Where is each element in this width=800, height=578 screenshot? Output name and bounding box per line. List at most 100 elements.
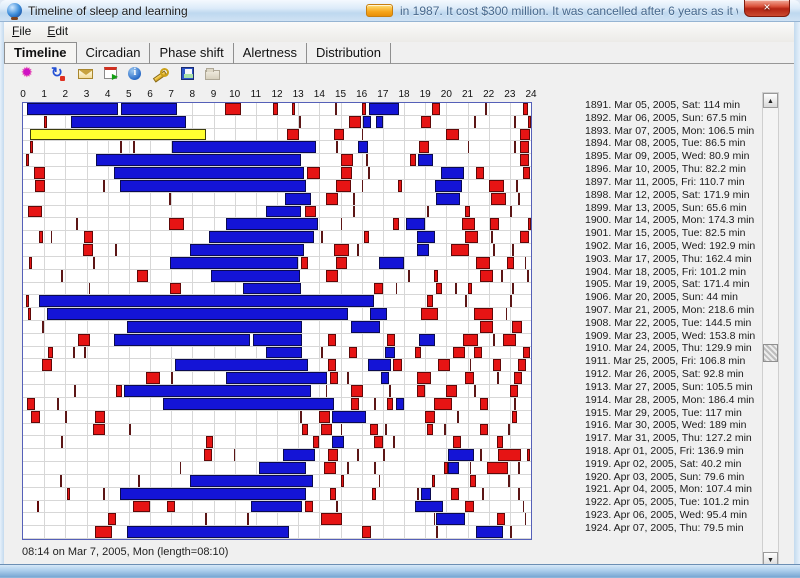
day-list-item[interactable]: 1923. Apr 06, 2005, Wed: 95.4 min [585, 509, 777, 522]
day-list-item[interactable]: 1915. Mar 29, 2005, Tue: 117 min [585, 407, 777, 420]
learning-block[interactable] [518, 359, 526, 371]
learning-block[interactable] [336, 257, 346, 269]
learning-block[interactable] [341, 167, 352, 179]
learning-block[interactable] [480, 270, 492, 282]
learning-block[interactable] [421, 116, 431, 128]
sleep-block[interactable] [172, 141, 316, 153]
sleep-block[interactable] [127, 321, 302, 333]
sleep-block[interactable] [351, 321, 380, 333]
learning-block[interactable] [330, 488, 336, 500]
learning-block[interactable] [398, 180, 402, 192]
learning-block[interactable] [28, 308, 31, 320]
learning-block[interactable] [451, 244, 470, 256]
day-list-item[interactable]: 1900. Mar 14, 2005, Mon: 174.3 min [585, 214, 777, 227]
learning-block[interactable] [167, 501, 175, 513]
learning-block[interactable] [37, 501, 39, 513]
sleep-block[interactable] [47, 308, 347, 320]
learning-block[interactable] [133, 501, 150, 513]
learning-block[interactable] [393, 359, 401, 371]
sleep-block[interactable] [251, 501, 303, 513]
learning-block[interactable] [34, 167, 45, 179]
learning-block[interactable] [432, 103, 440, 115]
selected-sleep-block[interactable] [30, 129, 205, 141]
learning-block[interactable] [520, 129, 529, 141]
scroll-up-button[interactable]: ▲ [763, 93, 778, 108]
learning-block[interactable] [31, 411, 39, 423]
learning-block[interactable] [463, 334, 478, 346]
learning-block[interactable] [493, 359, 501, 371]
scroll-thumb[interactable] [763, 344, 778, 362]
learning-block[interactable] [336, 180, 351, 192]
sleep-block[interactable] [96, 154, 301, 166]
learning-block[interactable] [434, 270, 438, 282]
learning-block[interactable] [462, 218, 474, 230]
day-list-item[interactable]: 1895. Mar 09, 2005, Wed: 80.9 min [585, 150, 777, 163]
learning-block[interactable] [84, 231, 92, 243]
timeline-plot[interactable] [22, 102, 532, 540]
title-bar[interactable]: Timeline of sleep and learning in 1987. … [0, 0, 800, 22]
learning-block[interactable] [93, 424, 105, 436]
learning-block[interactable] [453, 436, 461, 448]
learning-block[interactable] [387, 398, 393, 410]
learning-block[interactable] [436, 283, 442, 295]
learning-block[interactable] [301, 257, 308, 269]
learning-block[interactable] [39, 231, 43, 243]
learning-block[interactable] [470, 475, 476, 487]
sleep-block[interactable] [127, 526, 290, 538]
learning-block[interactable] [415, 347, 421, 359]
learning-block[interactable] [427, 424, 433, 436]
learning-block[interactable] [520, 154, 528, 166]
sleep-block[interactable] [27, 103, 118, 115]
learning-block[interactable] [490, 218, 499, 230]
sleep-block[interactable] [448, 462, 458, 474]
learning-block[interactable] [334, 129, 344, 141]
sleep-block[interactable] [259, 462, 306, 474]
day-list-item[interactable]: 1921. Apr 04, 2005, Mon: 107.4 min [585, 483, 777, 496]
sleep-block[interactable] [114, 334, 250, 346]
sleep-block[interactable] [406, 218, 425, 230]
learning-block[interactable] [417, 385, 425, 397]
learning-block[interactable] [328, 359, 336, 371]
learning-block[interactable] [27, 398, 35, 410]
refresh-icon[interactable] [49, 66, 67, 82]
learning-block[interactable] [497, 436, 503, 448]
learning-block[interactable] [372, 488, 376, 500]
learning-block[interactable] [523, 347, 530, 359]
sleep-block[interactable] [175, 359, 308, 371]
learning-block[interactable] [510, 385, 518, 397]
sleep-block[interactable] [476, 526, 503, 538]
sleep-block[interactable] [376, 116, 382, 128]
pen-icon[interactable] [152, 66, 170, 82]
day-list-item[interactable]: 1901. Mar 15, 2005, Tue: 82.5 min [585, 227, 777, 240]
day-list-item[interactable]: 1906. Mar 20, 2005, Sun: 44 min [585, 291, 777, 304]
day-list-item[interactable]: 1911. Mar 25, 2005, Fri: 106.8 min [585, 355, 777, 368]
sleep-block[interactable] [190, 475, 312, 487]
learning-block[interactable] [292, 103, 295, 115]
learning-block[interactable] [95, 411, 105, 423]
sleep-block[interactable] [266, 347, 302, 359]
sleep-block[interactable] [163, 398, 334, 410]
menu-item-edit[interactable]: Edit [39, 22, 76, 38]
day-list-item[interactable]: 1902. Mar 16, 2005, Wed: 192.9 min [585, 240, 777, 253]
sleep-block[interactable] [170, 257, 298, 269]
learning-block[interactable] [523, 167, 530, 179]
learning-block[interactable] [520, 231, 528, 243]
day-list-item[interactable]: 1919. Apr 02, 2005, Sat: 40.2 min [585, 458, 777, 471]
learning-block[interactable] [434, 398, 453, 410]
sleep-block[interactable] [71, 116, 186, 128]
day-list-item[interactable]: 1909. Mar 23, 2005, Wed: 153.8 min [585, 330, 777, 343]
day-list-item[interactable]: 1916. Mar 30, 2005, Wed: 189 min [585, 419, 777, 432]
learning-block[interactable] [468, 283, 473, 295]
learning-block[interactable] [44, 116, 47, 128]
learning-block[interactable] [330, 372, 338, 384]
sleep-block[interactable] [435, 180, 462, 192]
info-icon[interactable] [128, 67, 141, 80]
learning-block[interactable] [364, 231, 369, 243]
learning-block[interactable] [410, 154, 416, 166]
sleep-block[interactable] [120, 180, 306, 192]
learning-block[interactable] [427, 295, 433, 307]
learning-block[interactable] [491, 193, 507, 205]
day-list-item[interactable]: 1912. Mar 26, 2005, Sat: 92.8 min [585, 368, 777, 381]
learning-block[interactable] [169, 218, 184, 230]
learning-block[interactable] [225, 103, 241, 115]
